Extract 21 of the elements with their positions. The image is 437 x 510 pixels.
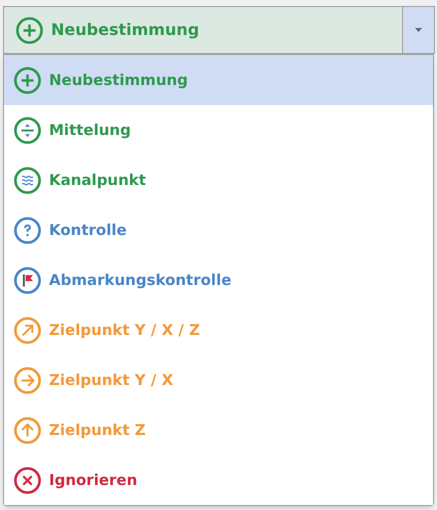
dropdown-option[interactable]: Mittelung [4,105,433,155]
dropdown-option[interactable]: Zielpunkt Z [4,405,433,455]
option-label: Zielpunkt Y / X [49,370,174,391]
option-label: Zielpunkt Y / X / Z [49,320,200,341]
option-label: Zielpunkt Z [49,420,146,441]
option-label: Neubestimmung [49,70,188,91]
dropdown-button[interactable] [402,7,434,53]
dropdown-option[interactable]: Abmarkungskontrolle [4,255,433,305]
option-label: Mittelung [49,120,131,141]
option-label: Kontrolle [49,220,127,241]
dropdown-option[interactable]: Neubestimmung [4,55,433,105]
option-label: Abmarkungskontrolle [49,270,232,291]
option-label: Kanalpunkt [49,170,146,191]
option-label: Ignorieren [49,470,138,491]
dropdown-option[interactable]: Zielpunkt Y / X [4,355,433,405]
dropdown-option[interactable]: Kontrolle [4,205,433,255]
dropdown-option[interactable]: Zielpunkt Y / X / Z [4,305,433,355]
dropdown-option[interactable]: Ignorieren [4,455,433,505]
combo-value: Neubestimmung [51,19,200,41]
caret-icon [415,28,422,32]
dropdown-option[interactable]: Kanalpunkt [4,155,433,205]
